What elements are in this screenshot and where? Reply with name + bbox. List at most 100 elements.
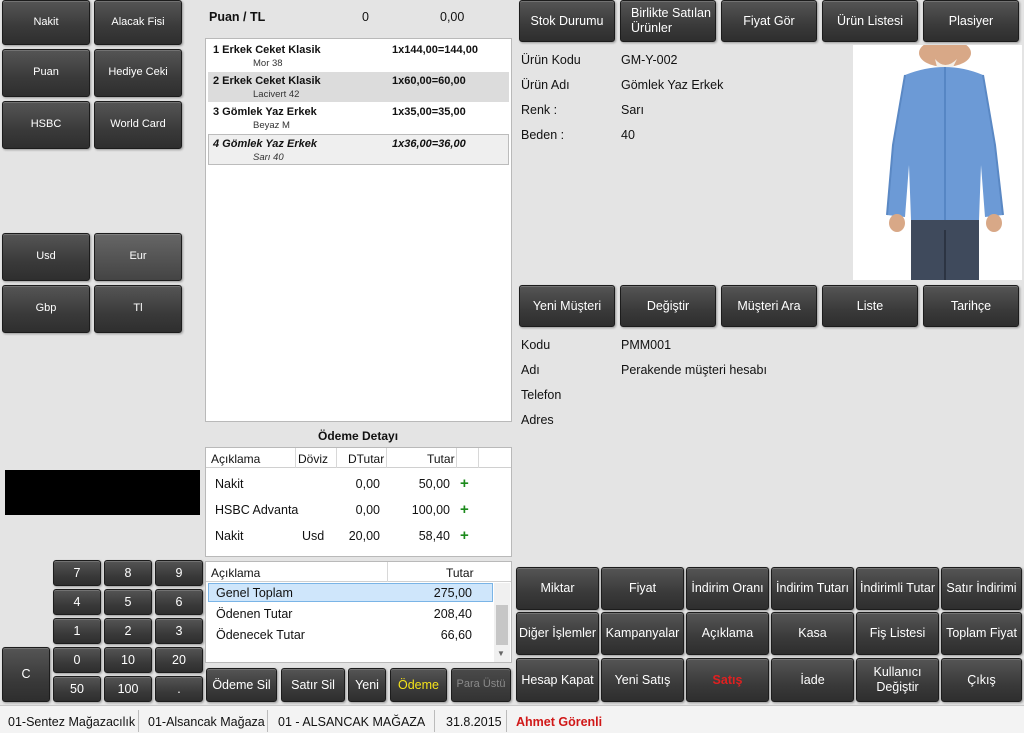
cart-item-total: 1x144,00=144,00 xyxy=(392,44,478,56)
cart-item-selected[interactable]: 4 Gömlek Yaz Erkek Sarı 40 1x36,00=36,00 xyxy=(208,134,509,165)
keypad-0-button[interactable]: 0 xyxy=(53,647,101,673)
related-products-button[interactable]: Birlikte Satılan Ürünler xyxy=(620,0,716,42)
vertical-scrollbar[interactable]: ▼ xyxy=(494,583,510,662)
keypad-1-button[interactable]: 1 xyxy=(53,618,101,644)
keypad-4-button[interactable]: 4 xyxy=(53,589,101,615)
totals-value: 66,60 xyxy=(440,628,472,642)
search-customer-button[interactable]: Müşteri Ara xyxy=(721,285,817,327)
receipt-list-button[interactable]: Fiş Listesi xyxy=(856,612,939,655)
keypad-7-button[interactable]: 7 xyxy=(53,560,101,586)
scrollbar-thumb[interactable] xyxy=(496,605,508,645)
status-user: Ahmet Görenli xyxy=(516,715,603,729)
delete-row-button[interactable]: Satır Sil xyxy=(281,668,345,702)
cart-item-variant: Sarı 40 xyxy=(253,152,284,163)
change-button[interactable]: Para Üstü xyxy=(451,668,511,702)
close-account-button[interactable]: Hesap Kapat xyxy=(516,658,599,702)
salesperson-button[interactable]: Plasiyer xyxy=(923,0,1019,42)
table-row[interactable]: Ödenecek Tutar 66,60 xyxy=(208,626,493,645)
keypad-100-button[interactable]: 100 xyxy=(104,676,152,702)
customer-list-button[interactable]: Liste xyxy=(822,285,918,327)
status-store: 01-Alsancak Mağaza xyxy=(148,715,265,729)
keypad-6-button[interactable]: 6 xyxy=(155,589,203,615)
column-divider xyxy=(456,448,457,468)
keypad-10-button[interactable]: 10 xyxy=(104,647,152,673)
table-row[interactable]: Nakit Usd 20,00 58,40 + xyxy=(206,526,511,548)
cart-item[interactable]: 1 Erkek Ceket Klasik Mor 38 1x144,00=144… xyxy=(208,41,509,71)
keypad-5-button[interactable]: 5 xyxy=(104,589,152,615)
total-price-button[interactable]: Toplam Fiyat xyxy=(941,612,1022,655)
payment-detail-table[interactable]: Açıklama Döviz DTutar Tutar Nakit 0,00 5… xyxy=(205,447,512,557)
new-button[interactable]: Yeni xyxy=(348,668,386,702)
currency-gbp-button[interactable]: Gbp xyxy=(2,285,90,333)
keypad-3-button[interactable]: 3 xyxy=(155,618,203,644)
add-icon[interactable]: + xyxy=(460,527,469,544)
sale-button[interactable]: Satış xyxy=(686,658,769,702)
table-row[interactable]: Ödenen Tutar 208,40 xyxy=(208,605,493,624)
line-discount-button[interactable]: Satır İndirimi xyxy=(941,567,1022,610)
price-check-button[interactable]: Fiyat Gör xyxy=(721,0,817,42)
pay-method-hsbc-button[interactable]: HSBC xyxy=(2,101,90,149)
exit-button[interactable]: Çıkış xyxy=(941,658,1022,702)
discount-amount-button[interactable]: İndirim Tutarı xyxy=(771,567,854,610)
status-bar: 01-Sentez Mağazacılık 01-Alsancak Mağaza… xyxy=(0,705,1024,733)
customer-code-label: Kodu xyxy=(521,338,551,352)
discount-rate-button[interactable]: İndirim Oranı xyxy=(686,567,769,610)
other-operations-button[interactable]: Diğer İşlemler xyxy=(516,612,599,655)
keypad-8-button[interactable]: 8 xyxy=(104,560,152,586)
pay-method-puan-button[interactable]: Puan xyxy=(2,49,90,97)
cart-list[interactable]: 1 Erkek Ceket Klasik Mor 38 1x144,00=144… xyxy=(205,38,512,422)
keypad-clear-button[interactable]: C xyxy=(2,647,50,702)
pay-method-nakit-button[interactable]: Nakit xyxy=(2,0,90,45)
customer-code-value: PMM001 xyxy=(621,338,672,352)
product-size-label: Beden : xyxy=(521,128,565,142)
status-divider xyxy=(138,710,139,732)
currency-eur-button[interactable]: Eur xyxy=(94,233,182,281)
points-amount: 0,00 xyxy=(440,10,465,24)
keypad-20-button[interactable]: 20 xyxy=(155,647,203,673)
payment-desc: Nakit xyxy=(215,529,244,543)
description-button[interactable]: Açıklama xyxy=(686,612,769,655)
payment-button[interactable]: Ödeme xyxy=(390,668,447,702)
scroll-down-icon[interactable]: ▼ xyxy=(497,649,505,658)
pay-method-hediye-ceki-button[interactable]: Hediye Ceki xyxy=(94,49,182,97)
table-row[interactable]: HSBC Advanta 0,00 100,00 + xyxy=(206,500,511,522)
change-customer-button[interactable]: Değiştir xyxy=(620,285,716,327)
quantity-button[interactable]: Miktar xyxy=(516,567,599,610)
product-image xyxy=(853,39,1022,280)
discounted-amount-button[interactable]: İndirimli Tutar xyxy=(856,567,939,610)
product-list-button[interactable]: Ürün Listesi xyxy=(822,0,918,42)
totals-table[interactable]: Açıklama Tutar Genel Toplam 275,00 Ödene… xyxy=(205,561,512,663)
currency-tl-button[interactable]: Tl xyxy=(94,285,182,333)
currency-usd-button[interactable]: Usd xyxy=(2,233,90,281)
product-code-value: GM-Y-002 xyxy=(621,53,678,67)
add-icon[interactable]: + xyxy=(460,501,469,518)
switch-user-button[interactable]: Kullanıcı Değiştir xyxy=(856,658,939,702)
column-divider xyxy=(386,448,387,468)
keypad-decimal-button[interactable]: . xyxy=(155,676,203,702)
cart-item[interactable]: 2 Erkek Ceket Klasik Lacivert 42 1x60,00… xyxy=(208,72,509,102)
cart-item[interactable]: 3 Gömlek Yaz Erkek Beyaz M 1x35,00=35,00 xyxy=(208,103,509,133)
status-divider xyxy=(506,710,507,732)
campaigns-button[interactable]: Kampanyalar xyxy=(601,612,684,655)
keypad-9-button[interactable]: 9 xyxy=(155,560,203,586)
column-divider xyxy=(387,562,388,582)
keypad-50-button[interactable]: 50 xyxy=(53,676,101,702)
add-icon[interactable]: + xyxy=(460,475,469,492)
payment-tutar: 50,00 xyxy=(418,477,450,491)
stock-status-button[interactable]: Stok Durumu xyxy=(519,0,615,42)
customer-history-button[interactable]: Tarihçe xyxy=(923,285,1019,327)
pay-method-world-card-button[interactable]: World Card xyxy=(94,101,182,149)
table-row-selected[interactable]: Genel Toplam 275,00 xyxy=(208,583,493,602)
new-sale-button[interactable]: Yeni Satış xyxy=(601,658,684,702)
return-button[interactable]: İade xyxy=(771,658,854,702)
table-row[interactable]: Nakit 0,00 50,00 + xyxy=(206,474,511,496)
new-customer-button[interactable]: Yeni Müşteri xyxy=(519,285,615,327)
keypad-2-button[interactable]: 2 xyxy=(104,618,152,644)
cash-register-button[interactable]: Kasa xyxy=(771,612,854,655)
cart-item-total: 1x36,00=36,00 xyxy=(392,138,466,150)
pay-method-alacak-fisi-button[interactable]: Alacak Fisi xyxy=(94,0,182,45)
price-button[interactable]: Fiyat xyxy=(601,567,684,610)
totals-value: 208,40 xyxy=(433,607,472,621)
delete-payment-button[interactable]: Ödeme Sil xyxy=(206,668,277,702)
column-header: Tutar xyxy=(427,452,455,466)
